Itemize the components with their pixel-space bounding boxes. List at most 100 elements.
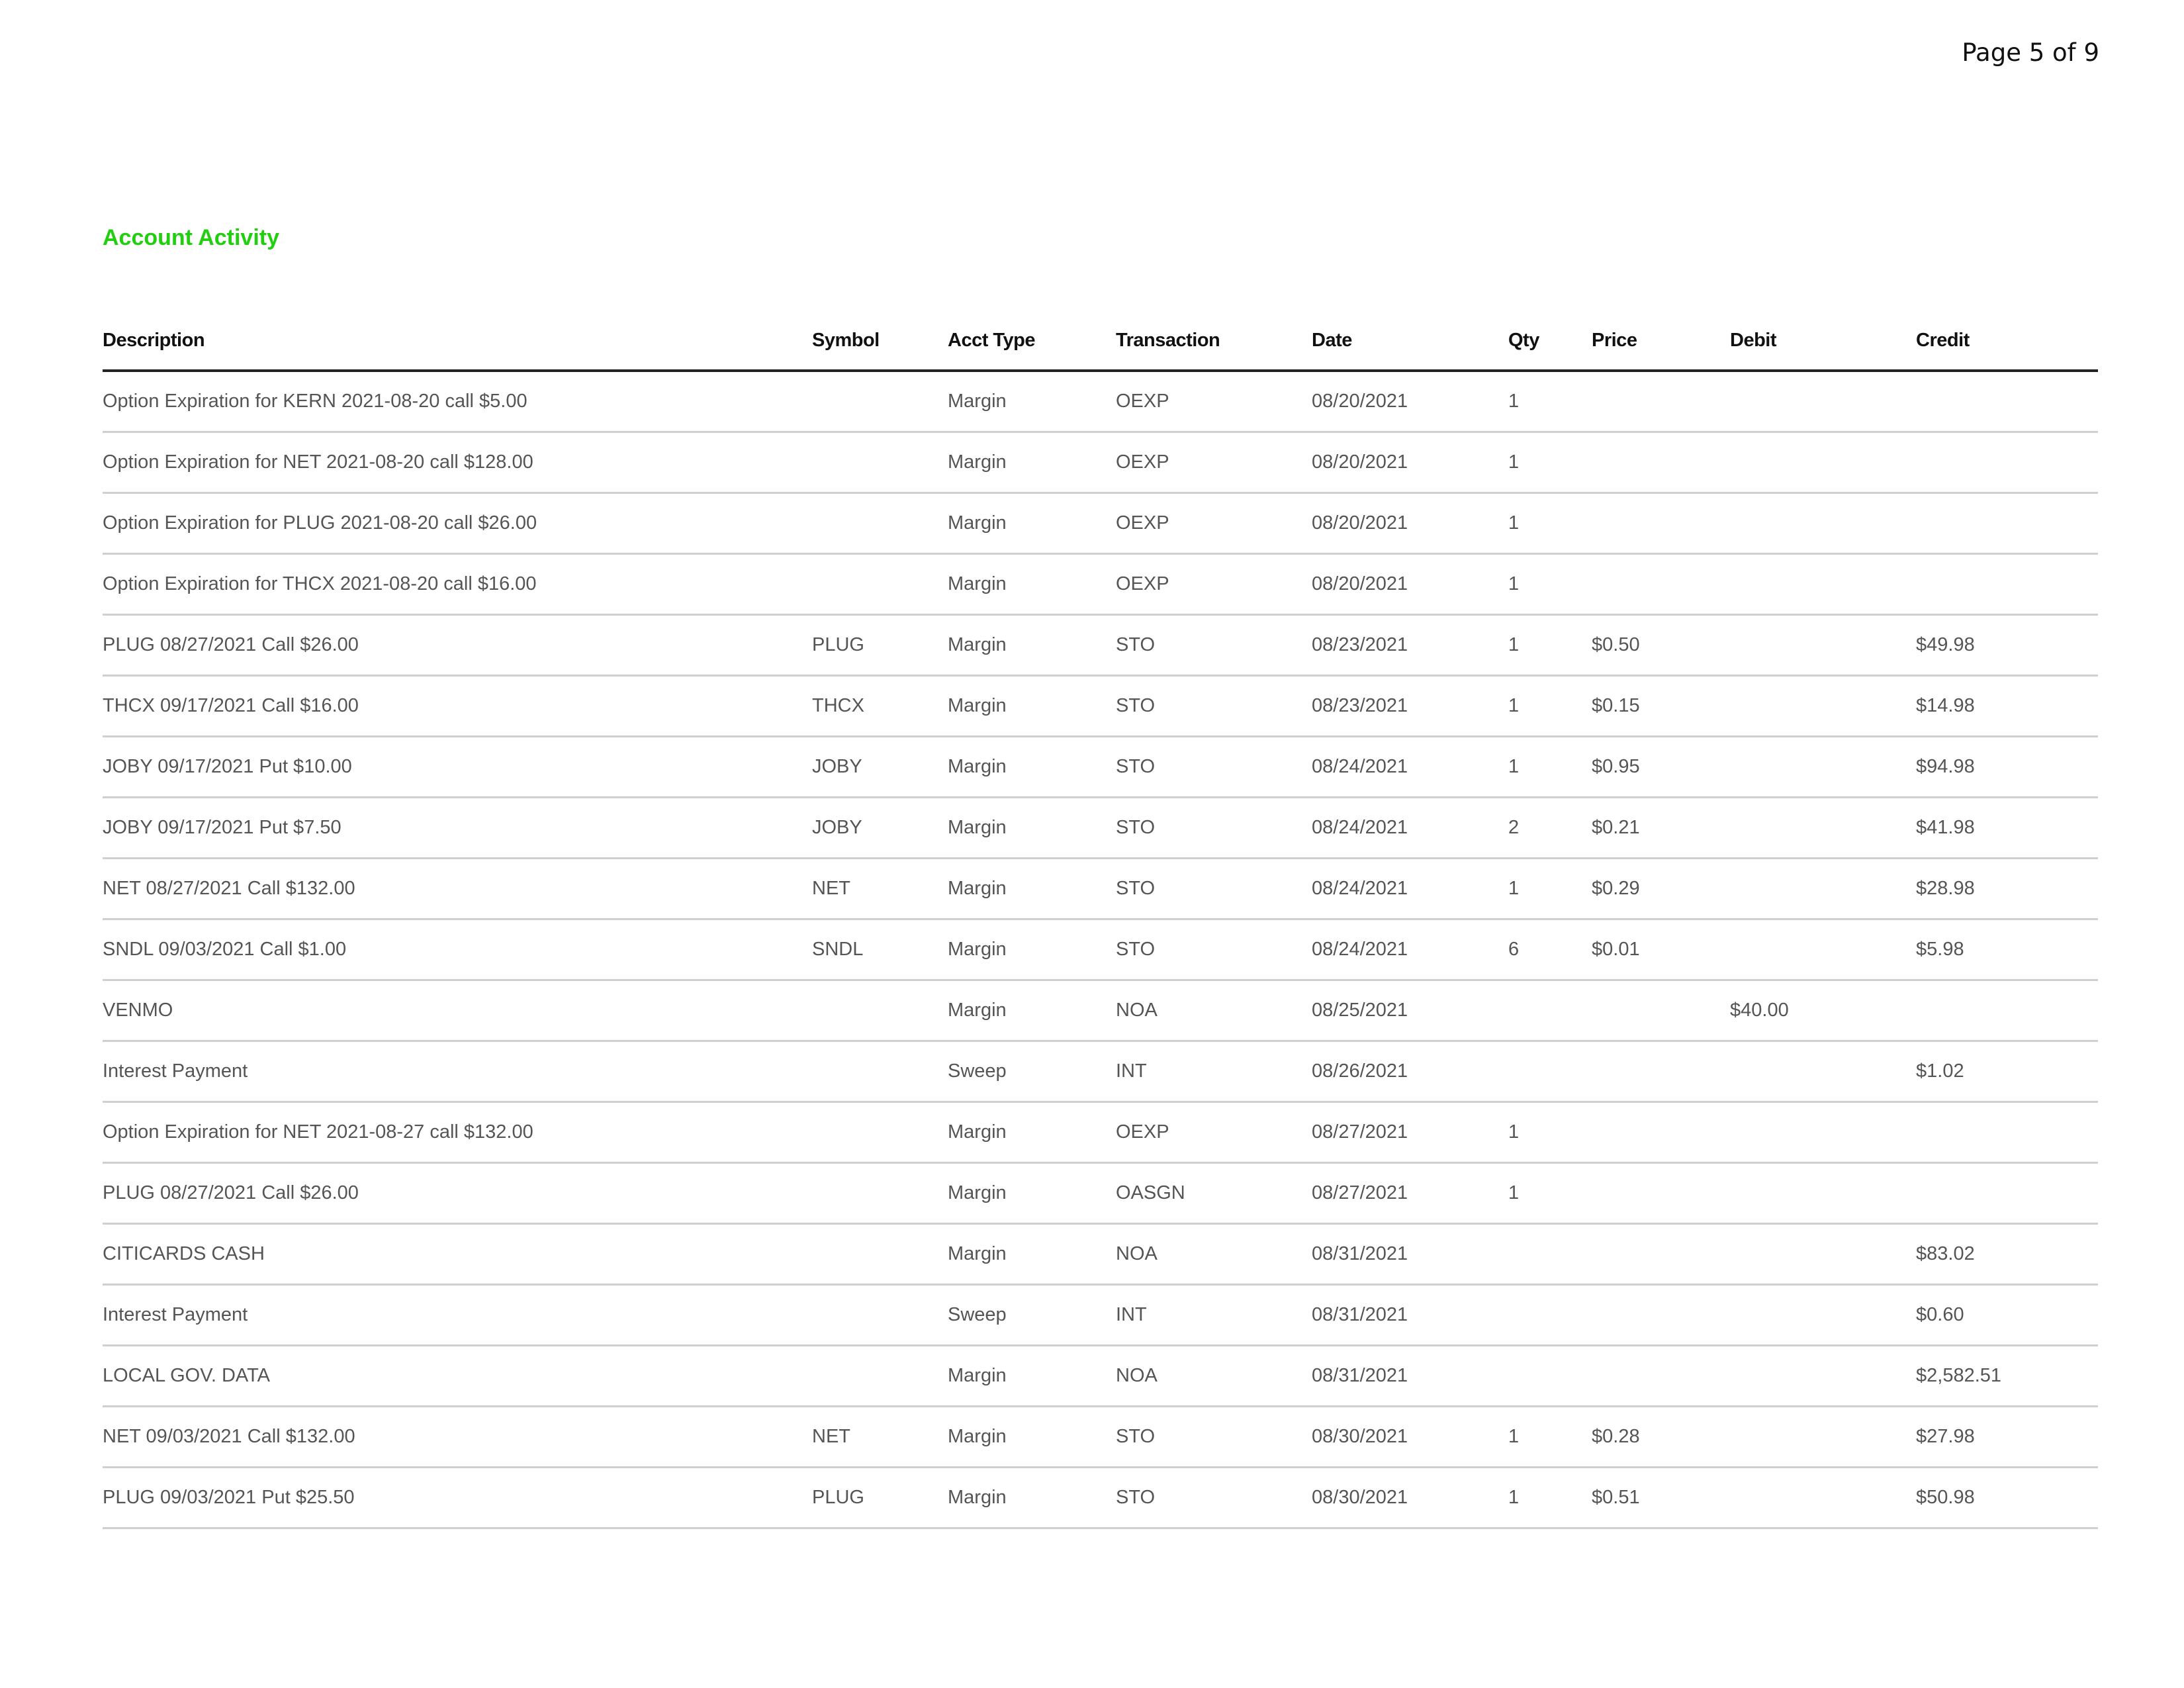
- cell-transaction: OEXP: [1116, 553, 1312, 616]
- cell-date: 08/30/2021: [1312, 1406, 1508, 1468]
- cell-price: [1592, 980, 1730, 1042]
- header-acct-type: Acct Type: [948, 311, 1116, 372]
- cell-description: CITICARDS CASH: [103, 1223, 812, 1286]
- cell-credit: [1916, 1162, 2098, 1225]
- cell-description: Interest Payment: [103, 1284, 812, 1346]
- cell-symbol: [812, 1284, 948, 1346]
- cell-transaction: OEXP: [1116, 371, 1312, 433]
- cell-symbol: [812, 1162, 948, 1225]
- cell-transaction: NOA: [1116, 1345, 1312, 1407]
- cell-qty: 1: [1508, 736, 1592, 798]
- cell-acct-type: Margin: [948, 1102, 1116, 1164]
- cell-price: [1592, 1345, 1730, 1407]
- cell-acct-type: Margin: [948, 432, 1116, 494]
- cell-qty: 1: [1508, 1467, 1592, 1529]
- cell-debit: [1730, 614, 1916, 677]
- cell-description: Option Expiration for NET 2021-08-27 cal…: [103, 1102, 812, 1164]
- table-row: PLUG 09/03/2021 Put $25.50 PLUG Margin STO 0…: [103, 1467, 2098, 1529]
- section-title: Account Activity: [103, 225, 280, 250]
- cell-symbol: [812, 492, 948, 555]
- cell-symbol: [812, 553, 948, 616]
- cell-qty: 1: [1508, 371, 1592, 433]
- header-qty: Qty: [1508, 311, 1592, 372]
- cell-description: LOCAL GOV. DATA: [103, 1345, 812, 1407]
- cell-price: $0.01: [1592, 919, 1730, 981]
- cell-debit: [1730, 1102, 1916, 1164]
- cell-price: $0.15: [1592, 675, 1730, 737]
- cell-qty: [1508, 1345, 1592, 1407]
- cell-price: $0.95: [1592, 736, 1730, 798]
- cell-credit: $2,582.51: [1916, 1345, 2098, 1407]
- cell-date: 08/27/2021: [1312, 1102, 1508, 1164]
- cell-description: JOBY 09/17/2021 Put $10.00: [103, 736, 812, 798]
- cell-credit: $27.98: [1916, 1406, 2098, 1468]
- cell-description: PLUG 08/27/2021 Call $26.00: [103, 614, 812, 677]
- table-row: JOBY 09/17/2021 Put $10.00 JOBY Margin STO 0…: [103, 736, 2098, 798]
- cell-qty: 1: [1508, 553, 1592, 616]
- cell-date: 08/23/2021: [1312, 675, 1508, 737]
- cell-transaction: NOA: [1116, 1223, 1312, 1286]
- cell-acct-type: Margin: [948, 1467, 1116, 1529]
- cell-credit: [1916, 371, 2098, 433]
- cell-debit: $40.00: [1730, 980, 1916, 1042]
- cell-price: $0.51: [1592, 1467, 1730, 1529]
- header-row: Description Symbol Acct Type Transaction…: [103, 311, 2098, 372]
- cell-price: [1592, 1162, 1730, 1225]
- cell-transaction: OEXP: [1116, 1102, 1312, 1164]
- table-row: Interest Payment Sweep INT 08/26/2021 $1.02: [103, 1041, 2098, 1103]
- cell-transaction: OASGN: [1116, 1162, 1312, 1225]
- cell-description: SNDL 09/03/2021 Call $1.00: [103, 919, 812, 981]
- cell-acct-type: Sweep: [948, 1284, 1116, 1346]
- cell-debit: [1730, 432, 1916, 494]
- cell-credit: $14.98: [1916, 675, 2098, 737]
- cell-date: 08/25/2021: [1312, 980, 1508, 1042]
- table-row: Option Expiration for NET 2021-08-20 cal…: [103, 432, 2098, 494]
- cell-debit: [1730, 1223, 1916, 1286]
- cell-acct-type: Margin: [948, 736, 1116, 798]
- cell-description: Option Expiration for THCX 2021-08-20 ca…: [103, 553, 812, 616]
- cell-acct-type: Margin: [948, 1406, 1116, 1468]
- table-row: VENMO Margin NOA 08/25/2021 $40.00: [103, 980, 2098, 1042]
- cell-qty: 1: [1508, 675, 1592, 737]
- cell-acct-type: Margin: [948, 919, 1116, 981]
- cell-date: 08/31/2021: [1312, 1223, 1508, 1286]
- cell-acct-type: Margin: [948, 675, 1116, 737]
- header-transaction: Transaction: [1116, 311, 1312, 372]
- cell-qty: [1508, 1284, 1592, 1346]
- cell-acct-type: Margin: [948, 553, 1116, 616]
- cell-description: Option Expiration for NET 2021-08-20 cal…: [103, 432, 812, 494]
- cell-price: [1592, 1041, 1730, 1103]
- cell-acct-type: Sweep: [948, 1041, 1116, 1103]
- cell-transaction: STO: [1116, 736, 1312, 798]
- cell-transaction: STO: [1116, 919, 1312, 981]
- cell-credit: [1916, 492, 2098, 555]
- table-row: PLUG 08/27/2021 Call $26.00 PLUG Margin STO…: [103, 614, 2098, 677]
- cell-price: $0.28: [1592, 1406, 1730, 1468]
- table-row: THCX 09/17/2021 Call $16.00 THCX Margin STO…: [103, 675, 2098, 737]
- cell-price: [1592, 492, 1730, 555]
- table-row: NET 09/03/2021 Call $132.00 NET Margin STO 0…: [103, 1406, 2098, 1468]
- cell-acct-type: Margin: [948, 858, 1116, 920]
- cell-debit: [1730, 797, 1916, 859]
- cell-debit: [1730, 553, 1916, 616]
- cell-credit: [1916, 1102, 2098, 1164]
- cell-qty: [1508, 980, 1592, 1042]
- cell-acct-type: Margin: [948, 371, 1116, 433]
- cell-description: NET 08/27/2021 Call $132.00: [103, 858, 812, 920]
- cell-debit: [1730, 919, 1916, 981]
- cell-credit: $83.02: [1916, 1223, 2098, 1286]
- cell-debit: [1730, 1406, 1916, 1468]
- cell-date: 08/20/2021: [1312, 492, 1508, 555]
- cell-qty: 2: [1508, 797, 1592, 859]
- cell-acct-type: Margin: [948, 797, 1116, 859]
- table-row: Option Expiration for THCX 2021-08-20 ca…: [103, 553, 2098, 616]
- cell-symbol: THCX: [812, 675, 948, 737]
- cell-debit: [1730, 492, 1916, 555]
- cell-price: [1592, 553, 1730, 616]
- table-row: NET 08/27/2021 Call $132.00 NET Margin STO 0…: [103, 858, 2098, 920]
- cell-transaction: STO: [1116, 1467, 1312, 1529]
- cell-price: $0.29: [1592, 858, 1730, 920]
- cell-price: [1592, 1284, 1730, 1346]
- cell-debit: [1730, 1041, 1916, 1103]
- cell-price: [1592, 1102, 1730, 1164]
